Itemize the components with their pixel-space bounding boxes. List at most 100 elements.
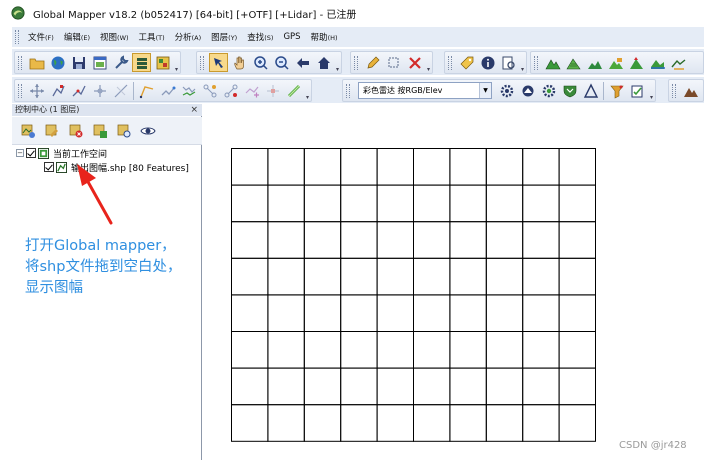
toolbar-grip[interactable]: [18, 55, 22, 70]
title-bar: Global Mapper v18.2 (b052417) [64-bit] […: [0, 0, 704, 26]
shader-options-icon[interactable]: [539, 81, 558, 100]
toolbar-grip[interactable]: [18, 83, 22, 98]
toolbar-overflow[interactable]: ▾: [648, 80, 655, 101]
toolbar-overflow[interactable]: ▾: [425, 52, 432, 73]
layer-zoom-icon[interactable]: [115, 122, 133, 140]
terrain-profile-icon[interactable]: [669, 53, 688, 72]
home-icon[interactable]: [314, 53, 333, 72]
zoom-in-icon[interactable]: [251, 53, 270, 72]
edit-vertex-icon[interactable]: [48, 81, 67, 100]
delete-x-icon[interactable]: [405, 53, 424, 72]
layer-edit-icon[interactable]: [43, 122, 61, 140]
menu-help[interactable]: 帮助(H): [306, 31, 343, 43]
terrain-flat-icon[interactable]: [585, 53, 604, 72]
terrain-contour-icon[interactable]: [564, 53, 583, 72]
move-vertex-icon[interactable]: [27, 81, 46, 100]
map-sheet-cell: [522, 367, 560, 406]
wrench-icon[interactable]: [111, 53, 130, 72]
edit-line-icon[interactable]: [69, 81, 88, 100]
map-sheet-cell: [485, 184, 524, 223]
layers-icon[interactable]: [132, 53, 151, 72]
line-tool-icon[interactable]: [284, 81, 303, 100]
split-line-icon[interactable]: [111, 81, 130, 100]
toolbar-grip[interactable]: [534, 55, 538, 70]
chevron-down-icon[interactable]: ▼: [479, 83, 491, 98]
map-sheet-cell: [267, 257, 305, 296]
triangle-warning-icon[interactable]: [581, 81, 600, 100]
window-icon[interactable]: [90, 53, 109, 72]
layer-delete-icon[interactable]: [67, 122, 85, 140]
layer-view-icon[interactable]: [139, 122, 157, 140]
toolbar-grip[interactable]: [448, 55, 452, 70]
toolbar-overflow[interactable]: ▾: [334, 52, 341, 73]
palette-icon[interactable]: [153, 53, 172, 72]
tree-layer-row[interactable]: 输出图幅.shp [80 Features]: [44, 160, 189, 174]
menu-edit[interactable]: 编辑(E): [59, 31, 95, 43]
menu-file[interactable]: 文件(F): [23, 31, 59, 43]
save-icon[interactable]: [69, 53, 88, 72]
map-sheet-cell: [303, 367, 342, 406]
toolbar-overflow[interactable]: ▾: [519, 52, 526, 73]
layer-checkbox[interactable]: [44, 162, 54, 172]
toolbar-grip[interactable]: [200, 55, 204, 70]
map-sheet-cell: [340, 331, 378, 369]
map-view[interactable]: [203, 104, 704, 460]
zoom-out-icon[interactable]: [272, 53, 291, 72]
toolbar-overflow[interactable]: ▾: [173, 52, 180, 73]
pan-hand-icon[interactable]: [230, 53, 249, 72]
gear-icon[interactable]: [497, 81, 516, 100]
pencil-icon[interactable]: [363, 53, 382, 72]
map-sheet-cell: [558, 367, 597, 406]
feature-search-icon[interactable]: [499, 53, 518, 72]
menubar-grip[interactable]: [15, 30, 19, 44]
window-title: Global Mapper v18.2 (b052417) [64-bit] […: [33, 9, 357, 21]
file-toolbar: ▾: [14, 51, 181, 74]
layer-properties-icon[interactable]: [91, 122, 109, 140]
menu-tools[interactable]: 工具(T): [134, 31, 170, 43]
close-icon[interactable]: ×: [190, 104, 198, 116]
workspace-checkbox[interactable]: [26, 148, 36, 158]
toolbar-grip[interactable]: [672, 83, 676, 98]
toolbar-grip[interactable]: [354, 55, 358, 70]
layer-new-icon[interactable]: [19, 122, 37, 140]
map-sheet-cell: [413, 404, 451, 442]
path-profile-icon[interactable]: [179, 81, 198, 100]
back-arrow-icon[interactable]: [293, 53, 312, 72]
map-sheet-cell: [231, 404, 269, 442]
draw-line-icon[interactable]: [137, 81, 156, 100]
tree-workspace-row[interactable]: − 当前工作空间: [16, 146, 107, 160]
shader-dropdown[interactable]: 彩色雷达 按RGB/Elev ▼: [358, 82, 492, 99]
mountain-icon[interactable]: [681, 81, 700, 100]
snap-cross-icon[interactable]: [90, 81, 109, 100]
digitizer-icon[interactable]: [209, 53, 228, 72]
add-vertex-icon[interactable]: [242, 81, 261, 100]
map-sheet-cell: [303, 221, 342, 259]
path-connect-icon[interactable]: [200, 81, 219, 100]
ruler-cross-icon[interactable]: [263, 81, 282, 100]
menu-search[interactable]: 查找(S): [242, 31, 278, 43]
menu-analysis[interactable]: 分析(A): [170, 31, 207, 43]
terrain-water-icon[interactable]: [648, 53, 667, 72]
open-folder-icon[interactable]: [27, 53, 46, 72]
path-join-icon[interactable]: [221, 81, 240, 100]
map-sheet-cell: [485, 257, 524, 296]
terrain-shade-icon[interactable]: [543, 53, 562, 72]
light-settings-icon[interactable]: [518, 81, 537, 100]
menu-layer[interactable]: 图层(Y): [206, 31, 242, 43]
globe-icon[interactable]: [48, 53, 67, 72]
toolbar-overflow[interactable]: ▾: [304, 80, 311, 101]
funnel-filter-icon[interactable]: [607, 81, 626, 100]
info-icon[interactable]: [478, 53, 497, 72]
terrain-volume-icon[interactable]: [606, 53, 625, 72]
menu-gps[interactable]: GPS: [278, 32, 305, 42]
menu-view[interactable]: 视图(W): [95, 31, 134, 43]
select-box-icon[interactable]: [384, 53, 403, 72]
measure-tag-icon[interactable]: [457, 53, 476, 72]
terrain-peak-icon[interactable]: [627, 53, 646, 72]
tree-collapse-icon[interactable]: −: [16, 149, 24, 157]
shield-icon[interactable]: [560, 81, 579, 100]
route-icon[interactable]: [158, 81, 177, 100]
check-edit-icon[interactable]: [628, 81, 647, 100]
toolbar-grip[interactable]: [346, 83, 350, 98]
map-sheet-cell: [231, 294, 269, 332]
